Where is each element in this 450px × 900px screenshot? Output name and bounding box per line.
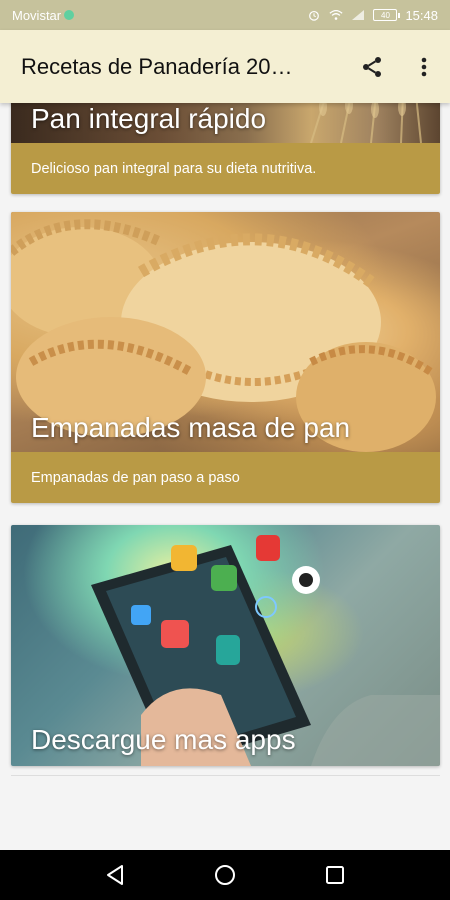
carrier-label: Movistar bbox=[12, 7, 62, 23]
share-icon bbox=[363, 56, 381, 77]
status-left: Movistar bbox=[12, 7, 75, 23]
network-badge-icon bbox=[64, 10, 75, 20]
app-bar: Recetas de Panadería 20… bbox=[0, 30, 450, 103]
status-right: 40 15:48 bbox=[307, 8, 438, 23]
back-button[interactable] bbox=[90, 855, 140, 895]
status-bar: Movistar 40 15:48 bbox=[0, 0, 450, 30]
alarm-icon bbox=[309, 10, 320, 21]
divider bbox=[11, 775, 440, 776]
app-title: Recetas de Panadería 20… bbox=[21, 53, 293, 79]
more-options-button[interactable] bbox=[398, 41, 450, 93]
card-description: Delicioso pan integral para su dieta nut… bbox=[11, 143, 440, 194]
card-image: Empanadas masa de pan bbox=[11, 212, 440, 452]
card-title: Pan integral rápido bbox=[31, 103, 267, 134]
home-button[interactable] bbox=[200, 855, 250, 895]
share-button[interactable] bbox=[346, 41, 398, 93]
system-nav-bar bbox=[0, 850, 450, 900]
clock: 15:48 bbox=[405, 7, 438, 23]
recipe-list[interactable]: Pan integral rápido Delicioso pan integr… bbox=[0, 103, 450, 850]
back-triangle-icon bbox=[107, 865, 123, 885]
card-description: Empanadas de pan paso a paso bbox=[11, 452, 440, 503]
signal-icon bbox=[352, 10, 365, 20]
recents-button[interactable] bbox=[310, 855, 360, 895]
home-circle-icon bbox=[215, 865, 235, 885]
card-image: Descargue mas apps bbox=[11, 525, 440, 766]
card-image: Pan integral rápido bbox=[11, 103, 440, 143]
card-title: Empanadas masa de pan bbox=[31, 412, 351, 443]
more-apps-card[interactable]: Descargue mas apps bbox=[11, 525, 440, 766]
wifi-icon bbox=[329, 10, 343, 20]
battery-icon: 40 bbox=[373, 9, 401, 21]
card-title: Descargue mas apps bbox=[31, 724, 296, 755]
recipe-card-empanadas[interactable]: Empanadas masa de pan Empanadas de pan p… bbox=[11, 212, 440, 503]
app-actions bbox=[346, 41, 450, 93]
recipe-card-pan-integral[interactable]: Pan integral rápido Delicioso pan integr… bbox=[11, 103, 440, 194]
recents-square-icon bbox=[326, 866, 344, 884]
more-vert-icon bbox=[421, 57, 427, 76]
